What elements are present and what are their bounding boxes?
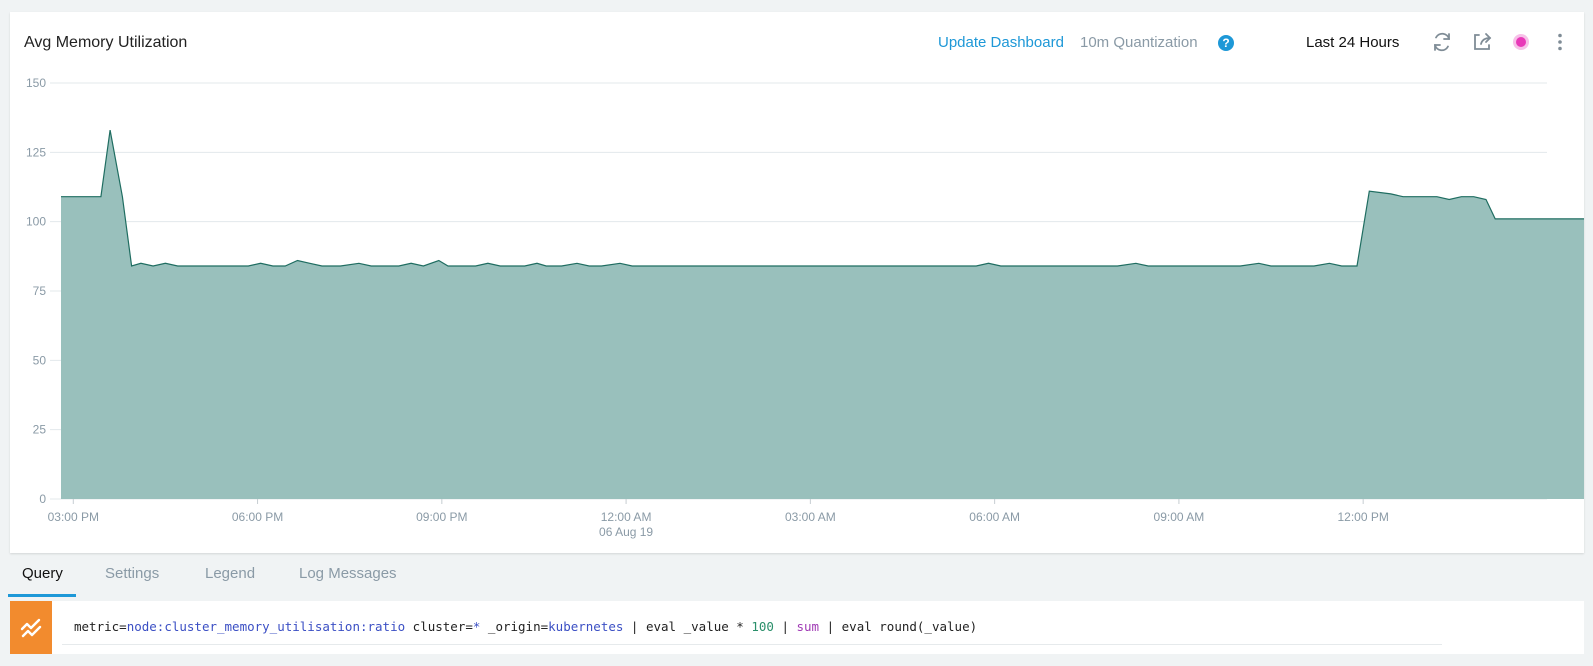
chart-panel: Avg Memory Utilization Update Dashboard … (10, 12, 1584, 553)
x-tick-label: 12:00 AM (601, 510, 652, 524)
series-line (61, 129, 1584, 267)
area-fill (61, 130, 1584, 499)
y-tick-label: 50 (33, 353, 47, 367)
x-tick-label: 06:00 PM (232, 510, 283, 524)
query-token: | eval _value * (623, 619, 752, 634)
tab-settings[interactable]: Settings (105, 566, 159, 594)
tab-legend[interactable]: Legend (205, 566, 255, 594)
query-divider (62, 644, 1442, 645)
y-tick-label: 100 (26, 215, 46, 229)
x-tick-label: 09:00 AM (1154, 510, 1205, 524)
y-tick-label: 0 (39, 492, 46, 506)
tab-log-messages[interactable]: Log Messages (299, 566, 397, 594)
memory-area-chart: 0 25 50 75 100 125 150 03:00 PM 06:00 PM 09:00 PM… (26, 76, 1584, 539)
query-token: | eval round(_value) (819, 619, 978, 634)
y-tick-label: 75 (33, 284, 47, 298)
query-token: sum (796, 619, 820, 634)
y-tick-label: 125 (26, 145, 46, 159)
y-tick-label: 25 (33, 423, 47, 437)
x-tick-sublabel: 06 Aug 19 (599, 525, 653, 539)
query-token: 100 (751, 619, 774, 634)
query-token: metric= (74, 619, 127, 634)
query-token: node:cluster_memory_utilisation:ratio (126, 619, 406, 634)
x-tick-label: 03:00 AM (785, 510, 836, 524)
x-tick-label: 06:00 AM (969, 510, 1020, 524)
x-tick-label: 09:00 PM (416, 510, 467, 524)
query-token: kubernetes (548, 619, 624, 634)
active-tab-indicator (8, 594, 76, 597)
y-tick-label: 150 (26, 76, 46, 90)
query-editor: metric=node:cluster_memory_utilisation:r… (10, 601, 1584, 654)
x-tick-label: 12:00 PM (1337, 510, 1388, 524)
query-token: cluster= (405, 619, 473, 634)
query-token: _origin= (480, 619, 549, 634)
query-input[interactable]: metric=node:cluster_memory_utilisation:r… (74, 619, 977, 634)
query-token: | (773, 619, 797, 634)
chart-line-icon[interactable] (10, 601, 52, 654)
x-tick-label: 03:00 PM (48, 510, 99, 524)
tab-query[interactable]: Query (22, 566, 63, 594)
